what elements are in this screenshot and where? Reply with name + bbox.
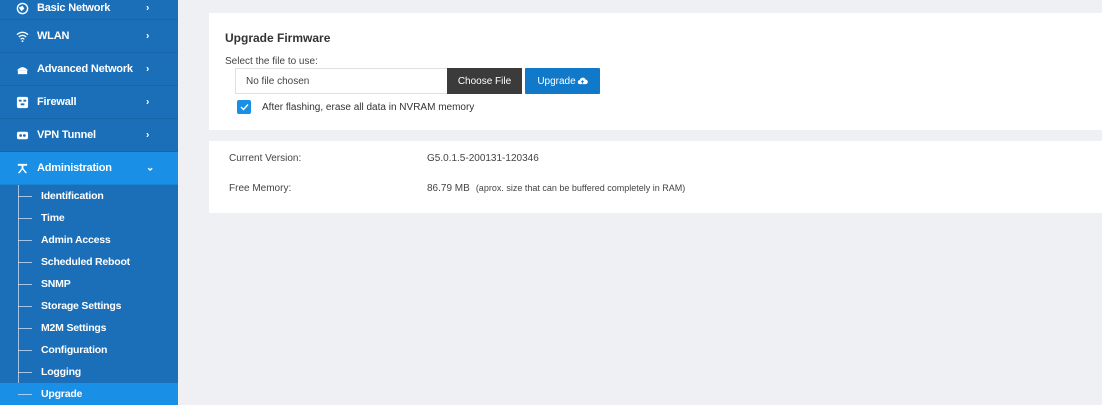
current-version-label: Current Version: [229, 153, 302, 164]
wifi-icon [15, 29, 29, 43]
erase-nvram-checkbox[interactable] [237, 100, 251, 114]
submenu-item-snmp[interactable]: SNMP [18, 273, 178, 295]
submenu-item-admin-access[interactable]: Admin Access [18, 229, 178, 251]
submenu-item-logging[interactable]: Logging [18, 361, 178, 383]
file-placeholder: No file chosen [246, 75, 310, 87]
submenu-item-time[interactable]: Time [18, 207, 178, 229]
sidebar-item-basic-network[interactable]: Basic Network › [0, 0, 178, 20]
administration-submenu: Identification Time Admin Access Schedul… [0, 185, 178, 405]
vpn-icon [15, 128, 29, 142]
submenu-item-label: Identification [41, 190, 104, 202]
sidebar-item-label: Advanced Network [37, 63, 133, 75]
submenu-item-label: Time [41, 212, 65, 224]
sidebar-item-administration[interactable]: Administration ⌄ [0, 152, 178, 185]
cloud-upload-icon [577, 77, 588, 85]
file-select-label: Select the file to use: [225, 56, 318, 67]
sidebar-item-label: VPN Tunnel [37, 129, 96, 141]
admin-icon [15, 161, 29, 175]
chevron-right-icon: › [146, 2, 150, 14]
network-icon [15, 62, 29, 76]
submenu-item-label: Upgrade [41, 388, 83, 400]
free-memory-amount: 86.79 MB [427, 183, 470, 194]
sidebar-item-firewall[interactable]: Firewall › [0, 86, 178, 119]
sidebar-item-label: Firewall [37, 96, 77, 108]
submenu-item-label: Scheduled Reboot [41, 256, 130, 268]
chevron-down-icon: ⌄ [146, 162, 155, 174]
submenu-item-storage-settings[interactable]: Storage Settings [18, 295, 178, 317]
submenu-item-scheduled-reboot[interactable]: Scheduled Reboot [18, 251, 178, 273]
panel-title: Upgrade Firmware [225, 31, 331, 45]
submenu-item-label: M2M Settings [41, 322, 107, 334]
submenu-item-identification[interactable]: Identification [18, 185, 178, 207]
firewall-icon [15, 95, 29, 109]
chevron-right-icon: › [146, 63, 150, 75]
sidebar: Basic Network › WLAN › Advanced Network … [0, 0, 178, 405]
sidebar-item-wlan[interactable]: WLAN › [0, 20, 178, 53]
sidebar-item-advanced-network[interactable]: Advanced Network › [0, 53, 178, 86]
firmware-info-panel: Current Version: G5.0.1.5-200131-120346 … [209, 141, 1102, 213]
upgrade-button[interactable]: Upgrade [525, 68, 600, 94]
submenu-item-label: Storage Settings [41, 300, 122, 312]
current-version-value: G5.0.1.5-200131-120346 [427, 153, 539, 164]
chevron-right-icon: › [146, 96, 150, 108]
submenu-item-label: SNMP [41, 278, 71, 290]
sidebar-item-vpn-tunnel[interactable]: VPN Tunnel › [0, 119, 178, 152]
free-memory-label: Free Memory: [229, 183, 292, 194]
chevron-right-icon: › [146, 30, 150, 42]
free-memory-value: 86.79 MB (aprox. size that can be buffere… [427, 183, 685, 194]
erase-nvram-label: After flashing, erase all data in NVRAM … [262, 102, 475, 113]
file-name-display[interactable]: No file chosen [235, 68, 447, 94]
submenu-item-m2m-settings[interactable]: M2M Settings [18, 317, 178, 339]
submenu-item-configuration[interactable]: Configuration [18, 339, 178, 361]
chevron-right-icon: › [146, 129, 150, 141]
submenu-item-upgrade[interactable]: Upgrade [0, 383, 178, 405]
choose-file-button[interactable]: Choose File [447, 68, 522, 94]
check-icon [240, 104, 249, 111]
upgrade-button-label: Upgrade [537, 75, 576, 87]
sidebar-item-label: Administration [37, 162, 112, 174]
sidebar-item-label: WLAN [37, 30, 70, 42]
free-memory-note: (aprox. size that can be buffered comple… [475, 183, 686, 193]
globe-icon [15, 1, 29, 15]
submenu-item-label: Admin Access [41, 234, 111, 246]
submenu-item-label: Logging [41, 366, 82, 378]
upgrade-firmware-panel: Upgrade Firmware Select the file to use:… [209, 13, 1102, 130]
sidebar-item-label: Basic Network [37, 2, 111, 14]
submenu-item-label: Configuration [41, 344, 108, 356]
